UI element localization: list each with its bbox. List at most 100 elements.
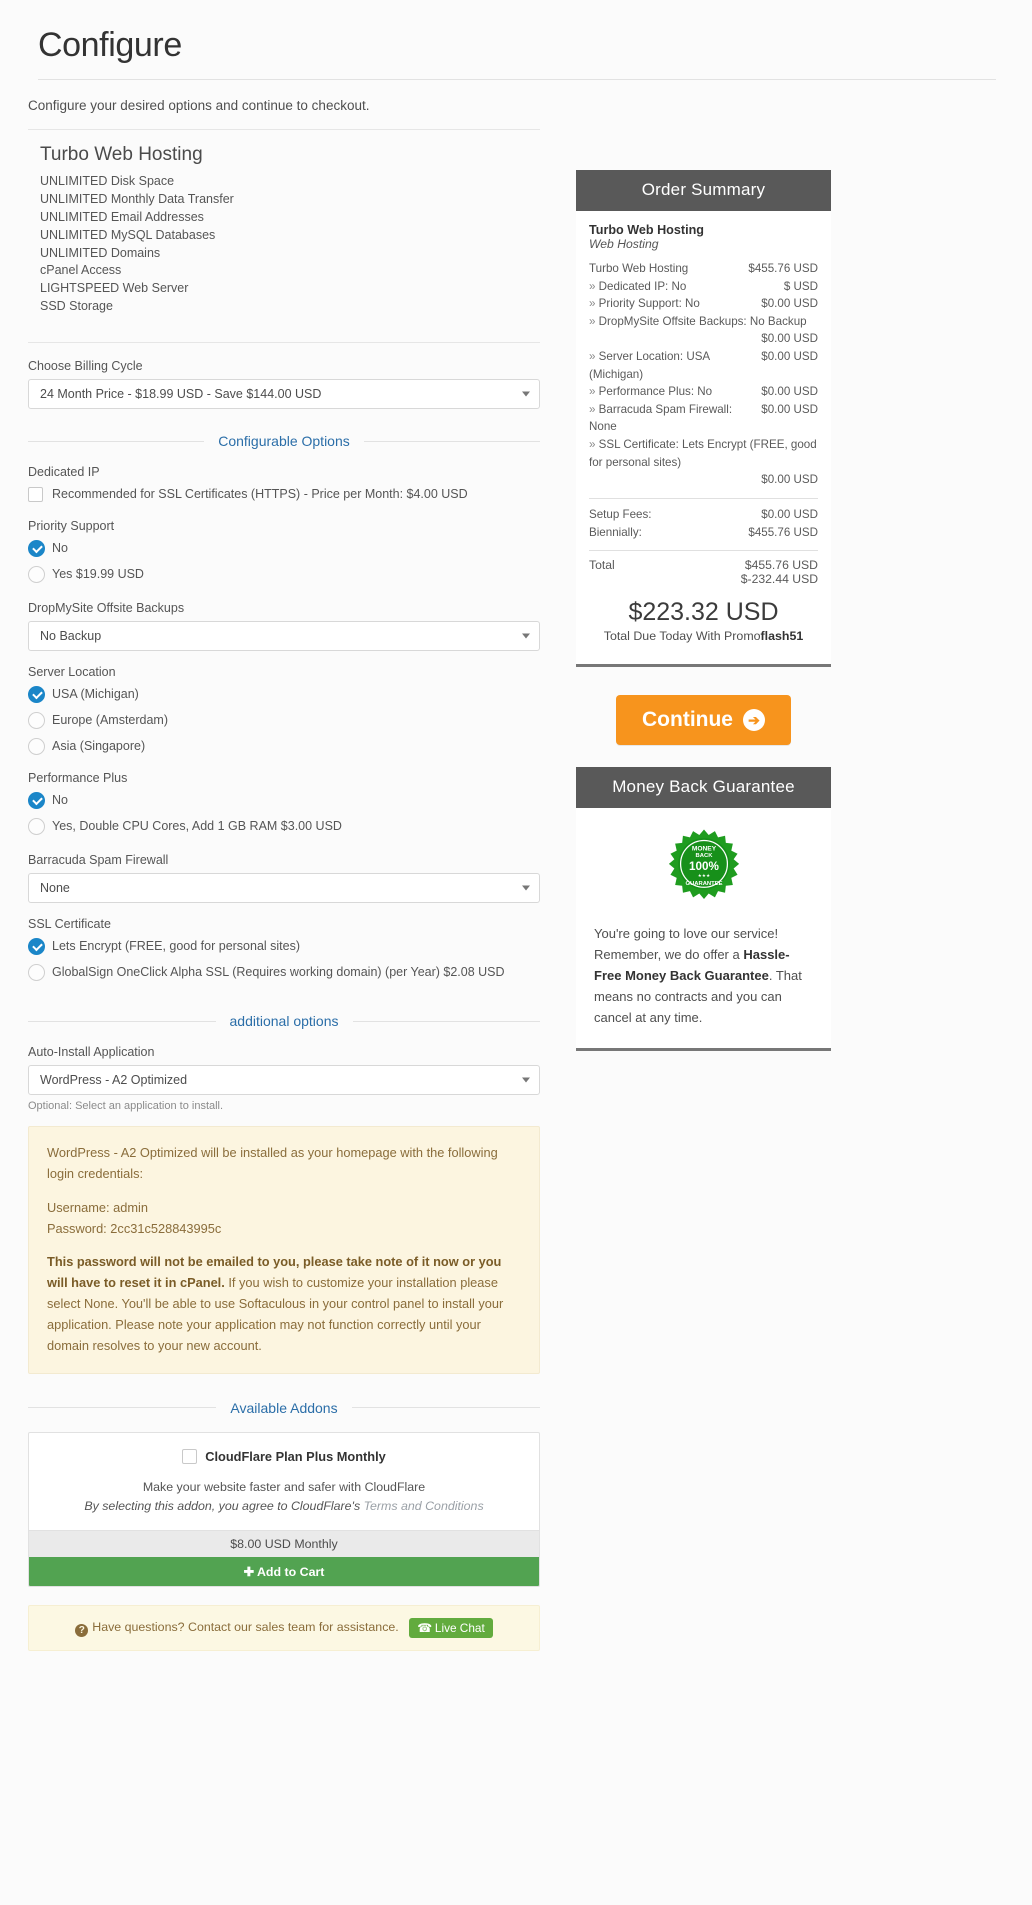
money-back-guarantee-badge-icon: MONEY BACK 100% ★★★ GUARANTEE bbox=[668, 829, 739, 900]
dedicated-ip-option[interactable]: Recommended for SSL Certificates (HTTPS)… bbox=[28, 483, 540, 505]
chevron-down-icon bbox=[522, 1077, 530, 1083]
total-value: $455.76 USD bbox=[744, 558, 818, 573]
order-line-price: $0.00 USD bbox=[761, 332, 818, 346]
product-feature: SSD Storage bbox=[40, 299, 113, 314]
available-addons-divider: Available Addons bbox=[28, 1399, 541, 1416]
order-line-label: Server Location: USA (Michigan) bbox=[589, 348, 761, 383]
credit-value: $-232.44 USD bbox=[740, 572, 818, 587]
server-location-group: Server Location USA (Michigan) Europe (A… bbox=[28, 665, 540, 757]
sales-questions-bar: ? Have questions? Contact our sales team … bbox=[28, 1605, 540, 1652]
dropmysite-label: DropMySite Offsite Backups bbox=[28, 601, 185, 615]
auto-install-select[interactable]: WordPress - A2 Optimized bbox=[28, 1065, 540, 1095]
setup-fees-value: $0.00 USD bbox=[761, 507, 818, 521]
order-summary-line: Dedicated IP: No $ USD bbox=[589, 278, 818, 296]
svg-text:GUARANTEE: GUARANTEE bbox=[685, 881, 722, 887]
dedicated-ip-option-label: Recommended for SSL Certificates (HTTPS)… bbox=[52, 487, 468, 501]
radio-icon[interactable] bbox=[28, 817, 45, 835]
addon-terms-link[interactable]: Terms and Conditions bbox=[364, 1499, 484, 1513]
order-line-label: Priority Support: No bbox=[589, 295, 708, 313]
server-location-option-label: Asia (Singapore) bbox=[52, 739, 146, 753]
total-due-amount: $223.32 USD bbox=[628, 598, 779, 627]
auto-install-field: Auto-Install Application WordPress - A2 … bbox=[28, 1045, 540, 1112]
recurring-value: $455.76 USD bbox=[748, 525, 818, 539]
radio-checked-icon[interactable] bbox=[28, 791, 45, 809]
auto-install-label: Auto-Install Application bbox=[28, 1045, 155, 1059]
server-location-option-asia[interactable]: Asia (Singapore) bbox=[28, 735, 540, 757]
billing-cycle-select[interactable]: 24 Month Price - $18.99 USD - Save $144.… bbox=[28, 379, 540, 409]
product-name: Turbo Web Hosting bbox=[40, 144, 203, 165]
dedicated-ip-label: Dedicated IP bbox=[28, 465, 100, 479]
order-summary-line: Server Location: USA (Michigan) $0.00 US… bbox=[589, 348, 818, 383]
live-chat-button[interactable]: ☎ Live Chat bbox=[409, 1618, 493, 1639]
configurable-options-label: Configurable Options bbox=[218, 433, 350, 449]
checkbox-icon[interactable] bbox=[182, 1448, 198, 1464]
billing-cycle-field: Choose Billing Cycle 24 Month Price - $1… bbox=[28, 359, 540, 409]
addon-header[interactable]: CloudFlare Plan Plus Monthly bbox=[29, 1433, 539, 1478]
performance-plus-option-label: No bbox=[52, 793, 68, 807]
order-line-label: Turbo Web Hosting bbox=[589, 262, 689, 275]
order-line-price: $ USD bbox=[783, 279, 818, 293]
barracuda-select[interactable]: None bbox=[28, 873, 540, 903]
order-line-label: Performance Plus: No bbox=[589, 383, 720, 401]
performance-plus-option-yes[interactable]: Yes, Double CPU Cores, Add 1 GB RAM $3.0… bbox=[28, 815, 540, 837]
money-back-body: MONEY BACK 100% ★★★ GUARANTEE You're goi… bbox=[576, 808, 831, 1049]
priority-support-option-label: Yes $19.99 USD bbox=[52, 567, 144, 581]
product-feature: LIGHTSPEED Web Server bbox=[40, 281, 189, 296]
priority-support-option-no[interactable]: No bbox=[28, 537, 540, 559]
radio-icon[interactable] bbox=[28, 565, 45, 583]
content-columns: Configure your desired options and conti… bbox=[28, 80, 1004, 1652]
promo-code: flash51 bbox=[760, 629, 804, 644]
auto-install-notice: WordPress - A2 Optimized will be install… bbox=[28, 1126, 540, 1374]
dropmysite-value: No Backup bbox=[40, 629, 102, 643]
addon-description-line1: Make your website faster and safer with … bbox=[142, 1479, 426, 1494]
radio-checked-icon[interactable] bbox=[28, 937, 45, 955]
notice-password: Password: 2cc31c528843995c bbox=[47, 1220, 222, 1236]
order-summary-product: Turbo Web Hosting bbox=[589, 223, 704, 237]
server-location-label: Server Location bbox=[28, 665, 116, 679]
chevron-down-icon bbox=[522, 885, 530, 891]
radio-icon[interactable] bbox=[28, 711, 45, 729]
product-feature: cPanel Access bbox=[40, 263, 122, 278]
performance-plus-group: Performance Plus No Yes, Double CPU Core… bbox=[28, 771, 540, 837]
radio-icon[interactable] bbox=[28, 963, 45, 981]
server-location-option-usa[interactable]: USA (Michigan) bbox=[28, 683, 540, 705]
radio-icon[interactable] bbox=[28, 737, 45, 755]
performance-plus-label: Performance Plus bbox=[28, 771, 128, 785]
product-feature: UNLIMITED Email Addresses bbox=[40, 209, 204, 224]
setup-fees-row: Setup Fees: $0.00 USD bbox=[589, 506, 818, 524]
configure-page: Configure Configure your desired options… bbox=[0, 0, 1032, 1652]
radio-checked-icon[interactable] bbox=[28, 539, 45, 557]
add-to-cart-label: Add to Cart bbox=[256, 1565, 325, 1580]
server-location-option-label: USA (Michigan) bbox=[52, 687, 139, 701]
barracuda-field: Barracuda Spam Firewall None bbox=[28, 853, 540, 903]
order-summary-line: Turbo Web Hosting $455.76 USD bbox=[589, 260, 818, 278]
billing-cycle-value: 24 Month Price - $18.99 USD - Save $144.… bbox=[40, 387, 322, 401]
money-back-footer-rule bbox=[576, 1048, 831, 1052]
ssl-option-globalsign[interactable]: GlobalSign OneClick Alpha SSL (Requires … bbox=[28, 961, 540, 983]
continue-button-wrap: Continue ➔ bbox=[576, 695, 831, 746]
checkbox-icon[interactable] bbox=[28, 486, 43, 502]
live-chat-label: Live Chat bbox=[434, 1621, 485, 1636]
add-to-cart-button[interactable]: ✚ Add to Cart bbox=[29, 1557, 539, 1587]
total-due-prefix: Total Due Today With Promo bbox=[603, 629, 761, 644]
available-addons-label: Available Addons bbox=[230, 1399, 338, 1416]
server-location-option-europe[interactable]: Europe (Amsterdam) bbox=[28, 709, 540, 731]
ssl-option-label: GlobalSign OneClick Alpha SSL (Requires … bbox=[52, 965, 505, 979]
order-summary-body: Turbo Web Hosting Web Hosting Turbo Web … bbox=[576, 211, 831, 665]
order-summary-heading: Order Summary bbox=[576, 170, 831, 211]
performance-plus-option-no[interactable]: No bbox=[28, 789, 540, 811]
total-label: Total bbox=[589, 558, 615, 573]
notice-username: Username: admin bbox=[47, 1199, 148, 1215]
auto-install-value: WordPress - A2 Optimized bbox=[40, 1073, 188, 1087]
order-summary-line: SSL Certificate: Lets Encrypt (FREE, goo… bbox=[589, 436, 818, 489]
priority-support-option-yes[interactable]: Yes $19.99 USD bbox=[28, 563, 540, 585]
continue-button[interactable]: Continue ➔ bbox=[616, 695, 791, 746]
order-summary-line: Performance Plus: No $0.00 USD bbox=[589, 383, 818, 401]
order-summary-footer-rule bbox=[576, 664, 831, 668]
order-line-label: Dedicated IP: No bbox=[589, 278, 694, 296]
order-line-label: SSL Certificate: Lets Encrypt (FREE, goo… bbox=[589, 438, 817, 469]
addon-card-cloudflare: CloudFlare Plan Plus Monthly Make your w… bbox=[28, 1431, 540, 1588]
radio-checked-icon[interactable] bbox=[28, 685, 45, 703]
ssl-option-letsencrypt[interactable]: Lets Encrypt (FREE, good for personal si… bbox=[28, 935, 540, 957]
dropmysite-select[interactable]: No Backup bbox=[28, 621, 540, 651]
